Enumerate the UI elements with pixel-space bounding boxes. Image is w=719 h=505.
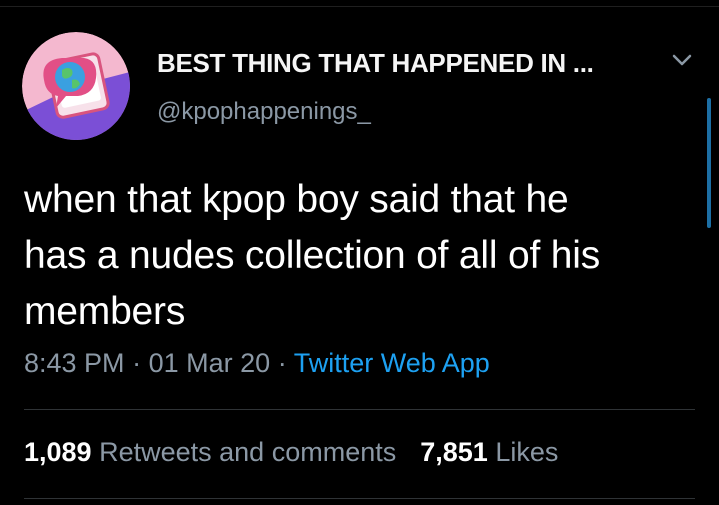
- tweet-text-line: when that kpop boy said that he: [24, 178, 569, 221]
- likes-stat[interactable]: 7,851 Likes: [420, 437, 558, 467]
- top-divider: [0, 6, 719, 7]
- tweet-date[interactable]: 01 Mar 20: [149, 348, 271, 378]
- tweet-text-line: members: [24, 290, 186, 333]
- tweet-time[interactable]: 8:43 PM: [24, 348, 125, 378]
- separator-dot: ·: [132, 348, 142, 378]
- retweets-stat[interactable]: 1,089 Retweets and comments: [24, 437, 396, 467]
- likes-count: 7,851: [420, 437, 488, 467]
- display-name[interactable]: BEST THING THAT HAPPENED IN ...: [157, 48, 594, 79]
- tweet-metadata: 8:43 PM · 01 Mar 20 · Twitter Web App: [24, 348, 490, 379]
- user-handle[interactable]: @kpophappenings_: [157, 98, 371, 126]
- avatar[interactable]: [22, 32, 130, 140]
- tweet-stats: 1,089 Retweets and comments 7,851 Likes: [24, 437, 558, 468]
- chevron-down-icon[interactable]: [671, 52, 693, 68]
- likes-label: Likes: [495, 437, 559, 467]
- stats-divider-bottom: [24, 498, 695, 499]
- retweets-label: Retweets and comments: [99, 437, 397, 467]
- avatar-image: [22, 32, 130, 140]
- tweet-text-line: has a nudes collection of all of his: [24, 234, 600, 277]
- stats-divider-top: [24, 409, 695, 410]
- tweet-text: when that kpop boy said that he has a nu…: [24, 172, 700, 340]
- scrollbar[interactable]: [707, 98, 711, 228]
- tweet-source-link[interactable]: Twitter Web App: [294, 348, 490, 378]
- retweets-count: 1,089: [24, 437, 92, 467]
- separator-dot: ·: [277, 348, 287, 378]
